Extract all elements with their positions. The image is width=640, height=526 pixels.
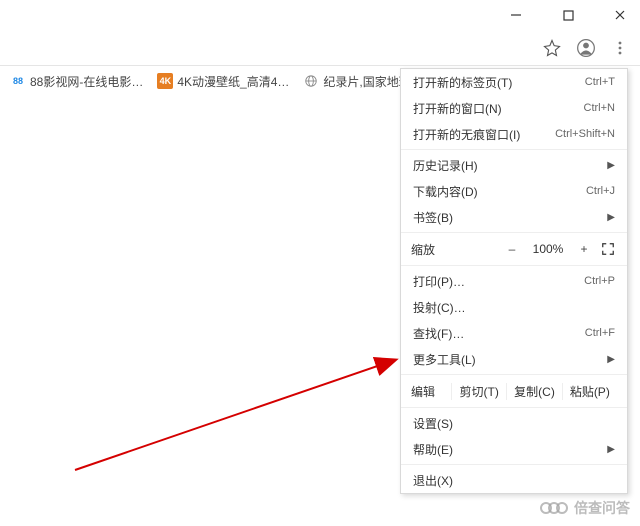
menu-incognito[interactable]: 打开新的无痕窗口(I) Ctrl+Shift+N	[401, 121, 627, 147]
menu-history[interactable]: 历史记录(H) ▶	[401, 152, 627, 178]
menu-label: 退出(X)	[413, 472, 453, 489]
profile-icon[interactable]	[576, 38, 596, 58]
menu-label: 打开新的标签页(T)	[413, 74, 512, 91]
menu-new-tab[interactable]: 打开新的标签页(T) Ctrl+T	[401, 69, 627, 95]
maximize-button[interactable]	[554, 1, 582, 29]
menu-label: 编辑	[411, 383, 451, 400]
favicon-4k: 4K	[157, 73, 173, 89]
star-icon[interactable]	[542, 38, 562, 58]
menu-shortcut: Ctrl+F	[585, 327, 615, 339]
menu-label: 更多工具(L)	[413, 351, 476, 368]
menu-separator	[401, 265, 627, 266]
zoom-in-button[interactable]: +	[573, 242, 595, 256]
menu-label: 下载内容(D)	[413, 183, 478, 200]
menu-exit[interactable]: 退出(X)	[401, 467, 627, 493]
main-menu: 打开新的标签页(T) Ctrl+T 打开新的窗口(N) Ctrl+N 打开新的无…	[400, 68, 628, 494]
fullscreen-icon[interactable]	[599, 242, 617, 256]
favicon-globe	[303, 73, 319, 89]
menu-separator	[401, 232, 627, 233]
menu-shortcut: Ctrl+N	[584, 102, 615, 114]
menu-shortcut: Ctrl+Shift+N	[555, 128, 615, 140]
watermark: 倍查问答	[544, 498, 630, 518]
menu-settings[interactable]: 设置(S)	[401, 410, 627, 436]
menu-separator	[401, 464, 627, 465]
menu-find[interactable]: 查找(F)… Ctrl+F	[401, 320, 627, 346]
edit-cut-button[interactable]: 剪切(T)	[451, 383, 506, 400]
menu-bookmarks[interactable]: 书签(B) ▶	[401, 204, 627, 230]
bookmark-label: 88影视网-在线电影…	[30, 73, 143, 90]
chevron-right-icon: ▶	[607, 444, 615, 455]
browser-toolbar	[0, 30, 640, 66]
edit-paste-button[interactable]: 粘贴(P)	[562, 383, 617, 400]
kebab-menu-icon[interactable]	[610, 38, 630, 58]
menu-label: 设置(S)	[413, 415, 453, 432]
chevron-right-icon: ▶	[607, 160, 615, 171]
minimize-button[interactable]	[502, 1, 530, 29]
menu-label: 打开新的窗口(N)	[413, 100, 502, 117]
bookmark-item[interactable]: 4K 4K动漫壁纸_高清4…	[153, 73, 293, 90]
menu-separator	[401, 374, 627, 375]
menu-shortcut: Ctrl+J	[586, 185, 615, 197]
zoom-value: 100%	[527, 242, 569, 256]
menu-label: 打印(P)…	[413, 273, 465, 290]
menu-help[interactable]: 帮助(E) ▶	[401, 436, 627, 462]
menu-label: 缩放	[411, 241, 497, 258]
chevron-right-icon: ▶	[607, 354, 615, 365]
menu-label: 书签(B)	[413, 209, 453, 226]
menu-separator	[401, 407, 627, 408]
menu-shortcut: Ctrl+P	[584, 275, 615, 287]
bookmark-item[interactable]: 88 88影视网-在线电影…	[6, 73, 147, 90]
close-button[interactable]	[606, 1, 634, 29]
menu-label: 帮助(E)	[413, 441, 453, 458]
menu-new-window[interactable]: 打开新的窗口(N) Ctrl+N	[401, 95, 627, 121]
bookmark-label: 4K动漫壁纸_高清4…	[177, 73, 289, 90]
chevron-right-icon: ▶	[607, 212, 615, 223]
menu-cast[interactable]: 投射(C)…	[401, 294, 627, 320]
menu-separator	[401, 149, 627, 150]
menu-more-tools[interactable]: 更多工具(L) ▶	[401, 346, 627, 372]
window-titlebar	[0, 0, 640, 30]
menu-zoom-row: 缩放 – 100% +	[401, 235, 627, 263]
menu-label: 投射(C)…	[413, 299, 466, 316]
menu-shortcut: Ctrl+T	[585, 76, 615, 88]
watermark-rings-icon	[544, 502, 568, 514]
edit-copy-button[interactable]: 复制(C)	[506, 383, 561, 400]
menu-label: 查找(F)…	[413, 325, 464, 342]
favicon-88: 88	[10, 73, 26, 89]
menu-print[interactable]: 打印(P)… Ctrl+P	[401, 268, 627, 294]
watermark-text: 倍查问答	[574, 498, 630, 518]
zoom-out-button[interactable]: –	[501, 242, 523, 256]
menu-label: 打开新的无痕窗口(I)	[413, 126, 520, 143]
menu-label: 历史记录(H)	[413, 157, 478, 174]
menu-edit-row: 编辑 剪切(T) 复制(C) 粘贴(P)	[401, 377, 627, 405]
menu-downloads[interactable]: 下载内容(D) Ctrl+J	[401, 178, 627, 204]
